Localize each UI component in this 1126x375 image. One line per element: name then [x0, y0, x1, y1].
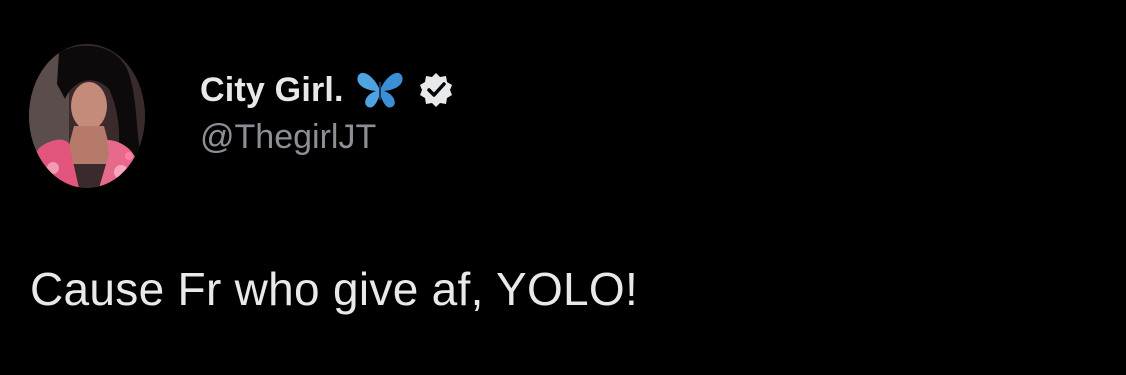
- butterfly-icon: [356, 70, 404, 110]
- avatar[interactable]: [29, 44, 145, 188]
- verified-badge-icon: [418, 72, 454, 108]
- tweet-card: City Girl. @ThegirlJT Cause Fr who give …: [0, 0, 1126, 375]
- display-name[interactable]: City Girl.: [200, 71, 344, 110]
- name-row: City Girl.: [200, 68, 454, 112]
- avatar-photo: [29, 44, 145, 188]
- tweet-text: Cause Fr who give af, YOLO!: [30, 263, 639, 315]
- user-handle[interactable]: @ThegirlJT: [200, 118, 454, 157]
- author-block: City Girl. @ThegirlJT: [200, 68, 454, 157]
